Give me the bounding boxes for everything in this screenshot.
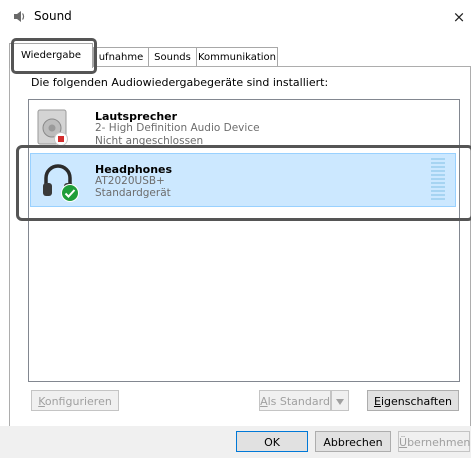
checkmark-icon (61, 184, 79, 202)
device-driver: 2- High Definition Audio Device (95, 122, 260, 134)
device-status: Standardgerät (95, 187, 171, 199)
configure-button[interactable]: Konfigurieren (31, 390, 119, 411)
device-driver: AT2020USB+ (95, 175, 165, 187)
window-title: Sound (34, 9, 72, 23)
speaker-icon (14, 11, 25, 22)
set-default-dropdown-button[interactable] (331, 390, 349, 411)
disconnected-icon (54, 132, 68, 146)
panel-intro-text: Die folgenden Audiowiedergabegeräte sind… (31, 76, 329, 89)
set-default-button[interactable]: Als Standard (259, 390, 331, 411)
volume-level-meter (431, 158, 445, 200)
ok-button[interactable]: OK (236, 431, 308, 452)
device-status: Nicht angeschlossen (95, 135, 204, 146)
tab-wiedergabe[interactable]: Wiedergabe (9, 43, 93, 68)
device-item-headphones[interactable]: Headphones AT2020USB+ Standardgerät (30, 153, 456, 207)
properties-button[interactable]: Eigenschaften (367, 390, 459, 411)
tab-aufnahme[interactable]: ufnahme (93, 47, 149, 67)
device-item-lautsprecher[interactable]: Lautsprecher 2- High Definition Audio De… (30, 104, 456, 146)
close-button[interactable]: × (448, 4, 470, 30)
tab-kommunikation[interactable]: Kommunikation (196, 47, 278, 67)
apply-button[interactable]: Übernehmen (398, 431, 470, 452)
cancel-button[interactable]: Abbrechen (315, 431, 391, 452)
tab-sounds[interactable]: Sounds (148, 47, 197, 67)
chevron-down-icon (336, 399, 344, 405)
